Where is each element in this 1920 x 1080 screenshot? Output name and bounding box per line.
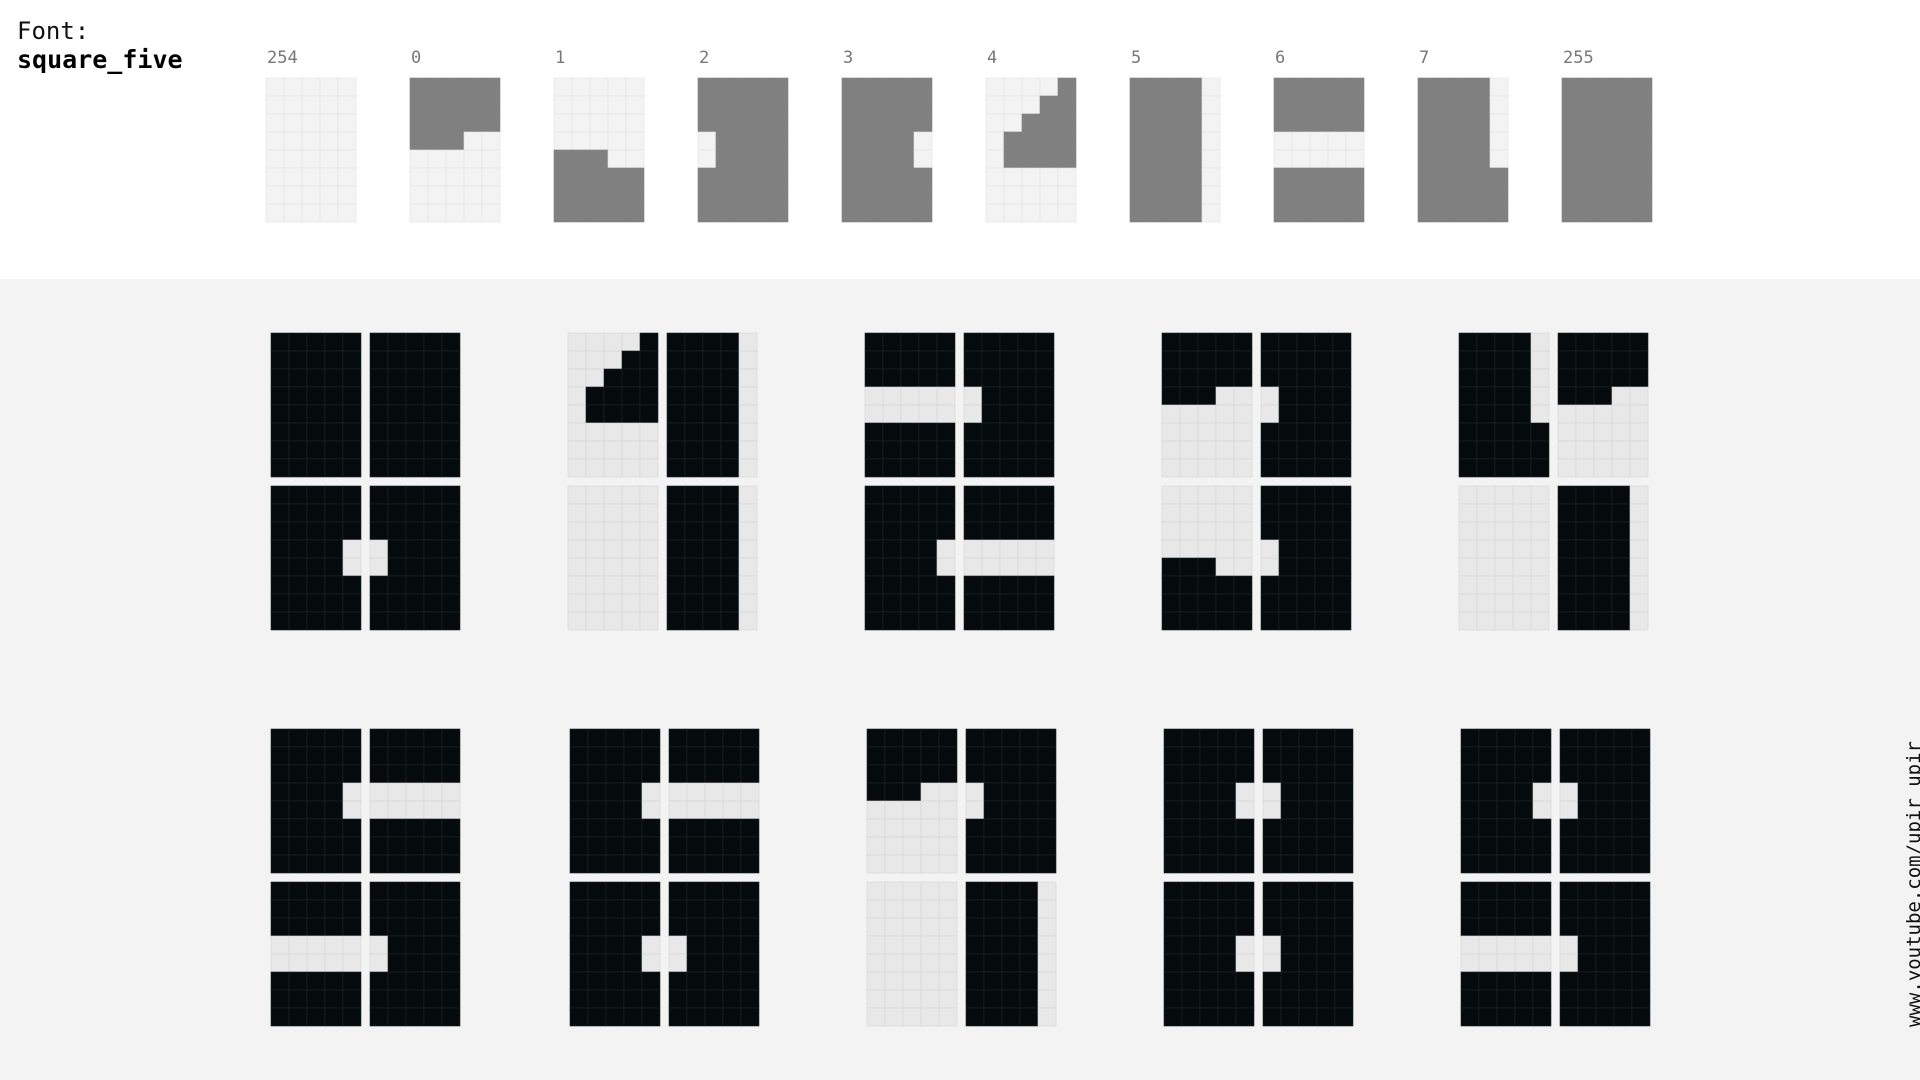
font-label: Font:	[17, 17, 90, 45]
glyph-code-label: 1	[555, 48, 566, 68]
glyph-set-panel	[0, 0, 1920, 279]
glyph-code-label: 0	[411, 48, 422, 68]
glyph-code-label: 7	[1419, 48, 1430, 68]
glyph-code-label: 4	[987, 48, 998, 68]
glyph-code-label: 5	[1131, 48, 1142, 68]
digit-preview-panel	[0, 279, 1920, 1080]
youtube-url: www.youtube.com/upir_upir	[1903, 741, 1920, 1027]
glyph-code-label: 254	[267, 48, 298, 68]
glyph-code-label: 3	[843, 48, 854, 68]
glyph-code-label: 255	[1563, 48, 1594, 68]
font-name: square_five	[17, 45, 183, 74]
glyph-code-label: 2	[699, 48, 710, 68]
glyph-code-label: 6	[1275, 48, 1286, 68]
